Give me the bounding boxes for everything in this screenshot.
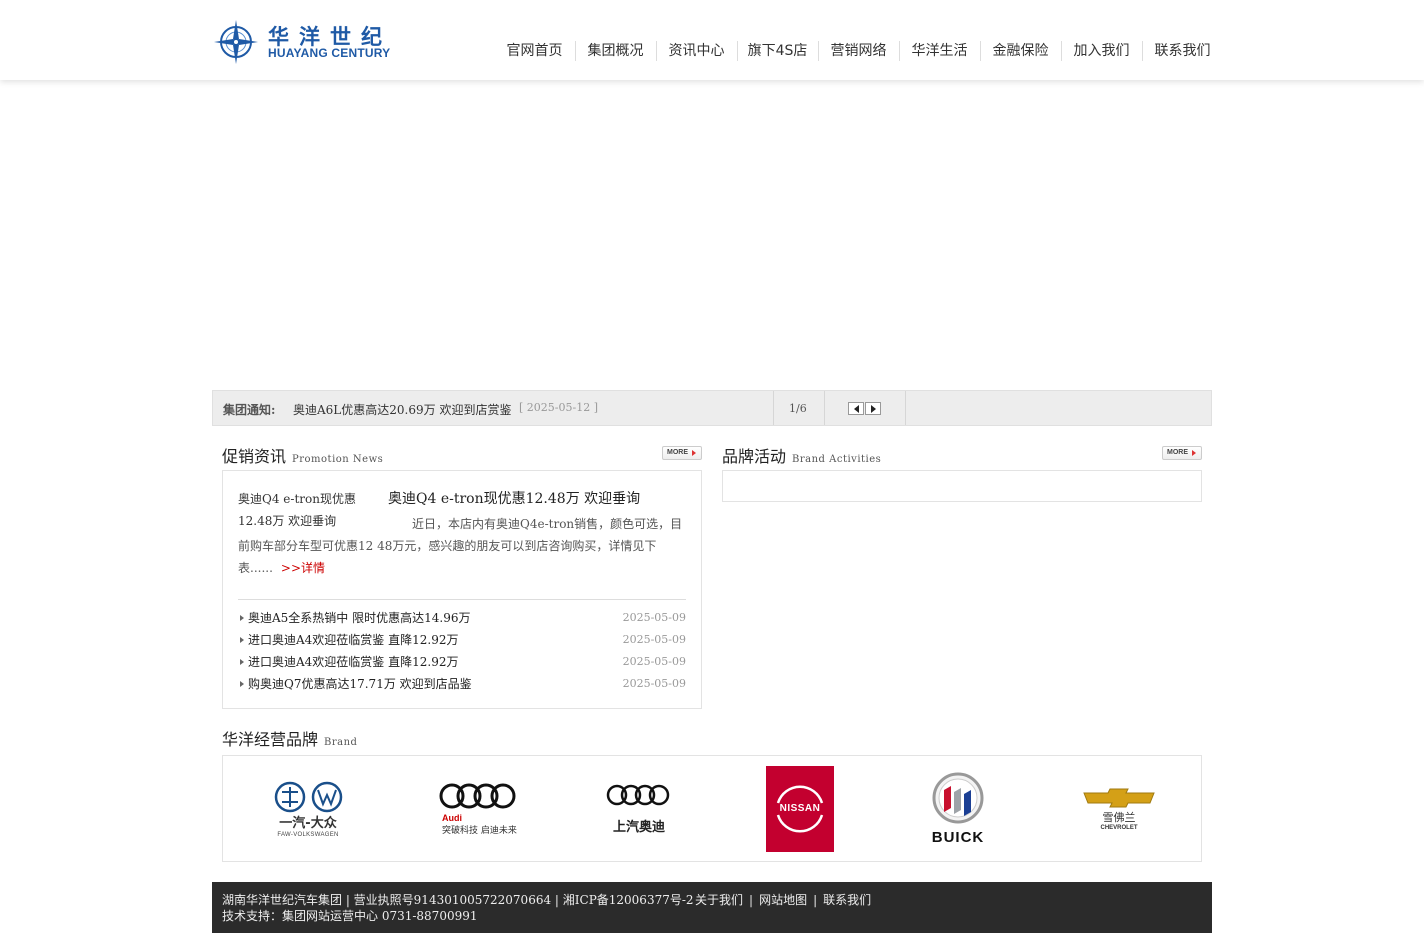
footer-links: 关于我们 | 网站地图 | 联系我们 (695, 891, 871, 908)
footer-contact-link[interactable]: 联系我们 (823, 893, 871, 907)
faw-vw-icon (274, 781, 343, 812)
nav-home[interactable]: 官网首页 (494, 38, 575, 64)
featured-detail-link[interactable]: >>详情 (281, 561, 325, 575)
audi-rings-icon (606, 784, 670, 806)
promo-heading: 促销资讯 Promotion News (222, 443, 384, 466)
notice-page-indicator: 1/6 (789, 402, 807, 415)
list-item: 进口奥迪A4欢迎莅临赏鉴 直降12.92万 2025-05-09 (238, 629, 686, 651)
arrow-right-icon (870, 404, 876, 413)
brand-logo-strip: 一汽-大众 FAW-VOLKSWAGEN Audi 突破科技 启迪未来 上汽奥迪… (222, 755, 1202, 862)
divider (905, 391, 906, 425)
activities-title: 品牌活动 (722, 447, 787, 466)
activities-heading: 品牌活动 Brand Activities (722, 443, 882, 466)
activities-subtitle: Brand Activities (792, 454, 882, 465)
promo-title: 促销资讯 (222, 447, 287, 466)
site-header: 华洋世纪 HUAYANG CENTURY 官网首页 集团概况 资讯中心 旗下4S… (0, 0, 1424, 80)
promo-subtitle: Promotion News (292, 454, 384, 465)
footer-sitemap-link[interactable]: 网站地图 (759, 893, 807, 907)
nav-join-us[interactable]: 加入我们 (1061, 38, 1142, 64)
nav-4s-stores[interactable]: 旗下4S店 (737, 38, 818, 64)
brand-saic-audi-text: 上汽奥迪 (612, 820, 665, 835)
nav-group-overview[interactable]: 集团概况 (575, 38, 656, 64)
buick-shield-icon (932, 772, 984, 824)
list-item: 进口奥迪A4欢迎莅临赏鉴 直降12.92万 2025-05-09 (238, 651, 686, 673)
nav-sales-network[interactable]: 营销网络 (818, 38, 899, 64)
compass-icon (214, 20, 258, 64)
divider (238, 599, 686, 600)
notice-bar: 集团通知: 奥迪A6L优惠高达20.69万 欢迎到店赏鉴 [ 2025-05-1… (212, 390, 1212, 426)
footer-support-info: 技术支持：集团网站运营中心 0731-88700991 (222, 909, 478, 923)
footer-about-link[interactable]: 关于我们 (695, 893, 743, 907)
notice-date: [ 2025-05-12 ] (519, 401, 598, 414)
notice-prev-button[interactable] (848, 402, 864, 415)
divider (824, 391, 825, 425)
nav-finance-insurance[interactable]: 金融保险 (980, 38, 1061, 64)
news-title-link[interactable]: 进口奥迪A4欢迎莅临赏鉴 直降12.92万 (248, 633, 458, 647)
brand-audi-logo[interactable]: Audi 突破科技 启迪未来 (423, 766, 533, 852)
brand-chevrolet-sub: CHEVROLET (1100, 824, 1138, 831)
activities-panel (722, 470, 1202, 502)
featured-title[interactable]: 奥迪Q4 e-tron现优惠12.48万 欢迎垂询 (388, 488, 640, 508)
list-item: 购奥迪Q7优惠高达17.71万 欢迎到店品鉴 2025-05-09 (238, 673, 686, 695)
brand-chevrolet-logo[interactable]: 雪佛兰 CHEVROLET (1079, 766, 1159, 852)
brand-buick-logo[interactable]: BUICK (923, 766, 993, 852)
featured-description: 近日，本店内有奥迪Q4e-tron销售，颜色可选，目前购车部分车型可优惠12 4… (238, 513, 688, 579)
notice-label: 集团通知: (223, 403, 276, 417)
news-date: 2025-05-09 (622, 611, 686, 624)
brand-faw-vw-text: 一汽-大众 (279, 815, 337, 831)
brand-buick-text: BUICK (931, 829, 985, 846)
brand-faw-vw-sub: FAW-VOLKSWAGEN (277, 831, 339, 838)
brands-subtitle: Brand (324, 737, 358, 748)
brand-nissan-logo[interactable]: NISSAN (766, 766, 834, 852)
nav-news-center[interactable]: 资讯中心 (656, 38, 737, 64)
promo-panel: 奥迪Q4 e-tron现优惠12.48万 欢迎垂询 奥迪Q4 e-tron现优惠… (222, 470, 702, 709)
news-date: 2025-05-09 (622, 633, 686, 646)
chevrolet-bowtie-icon (1083, 788, 1155, 807)
divider (773, 391, 774, 425)
brands-heading: 华洋经营品牌 Brand (222, 726, 358, 749)
brand-audi-sub: 突破科技 启迪未来 (442, 826, 517, 836)
nav-huayang-life[interactable]: 华洋生活 (899, 38, 980, 64)
divider: | (813, 893, 818, 907)
news-title-link[interactable]: 进口奥迪A4欢迎莅临赏鉴 直降12.92万 (248, 655, 458, 669)
brand-audi-text: Audi (442, 813, 462, 823)
brand-saic-audi-logo[interactable]: 上汽奥迪 (593, 766, 685, 852)
main-nav: 官网首页 集团概况 资讯中心 旗下4S店 营销网络 华洋生活 金融保险 加入我们… (494, 38, 1223, 64)
notice-next-button[interactable] (865, 402, 881, 415)
banner-slideshow[interactable] (212, 82, 1212, 388)
brand-chevrolet-text: 雪佛兰 (1102, 810, 1136, 824)
news-title-link[interactable]: 购奥迪Q7优惠高达17.71万 欢迎到店品鉴 (248, 677, 472, 691)
audi-rings-icon (439, 783, 516, 809)
news-date: 2025-05-09 (622, 677, 686, 690)
promo-news-list: 奥迪A5全系热销中 限时优惠高达14.96万 2025-05-09 进口奥迪A4欢… (238, 607, 686, 695)
promo-more-button[interactable]: MORE (662, 446, 702, 460)
notice-link[interactable]: 奥迪A6L优惠高达20.69万 欢迎到店赏鉴 (293, 401, 511, 418)
news-date: 2025-05-09 (622, 655, 686, 668)
activities-more-button[interactable]: MORE (1162, 446, 1202, 460)
brand-nissan-text: NISSAN (779, 803, 821, 814)
nav-contact-us[interactable]: 联系我们 (1142, 38, 1223, 64)
footer-company-info: 湖南华洋世纪汽车集团 | 营业执照号914301005722070664 | 湘… (222, 893, 694, 907)
logo-english-text: HUAYANG CENTURY (268, 46, 391, 60)
divider: | (749, 893, 754, 907)
arrow-left-icon (853, 404, 859, 413)
brand-faw-vw-logo[interactable]: 一汽-大众 FAW-VOLKSWAGEN (263, 766, 353, 852)
site-footer: 湖南华洋世纪汽车集团 | 营业执照号914301005722070664 | 湘… (212, 882, 1212, 933)
brands-title: 华洋经营品牌 (222, 730, 319, 749)
list-item: 奥迪A5全系热销中 限时优惠高达14.96万 2025-05-09 (238, 607, 686, 629)
news-title-link[interactable]: 奥迪A5全系热销中 限时优惠高达14.96万 (248, 611, 470, 625)
site-logo[interactable]: 华洋世纪 HUAYANG CENTURY (212, 18, 412, 66)
